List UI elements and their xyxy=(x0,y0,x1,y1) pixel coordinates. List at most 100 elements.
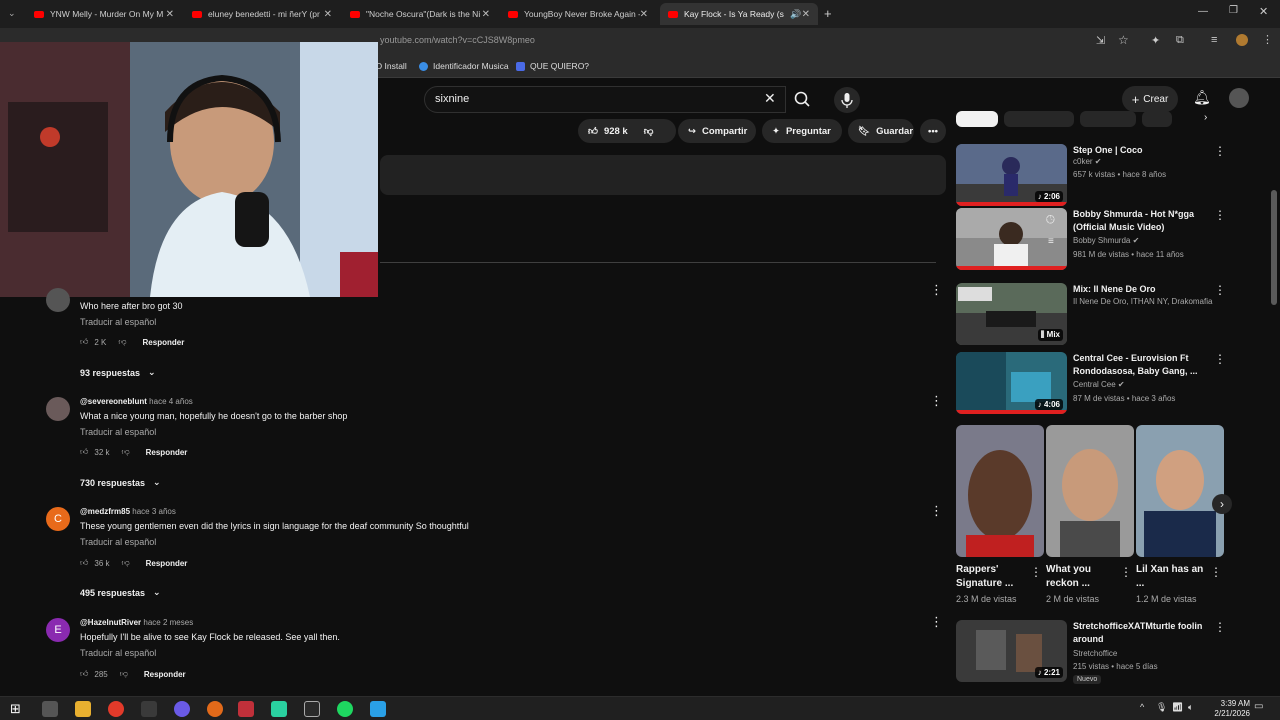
watch-later-icon[interactable]: 🕒︎ xyxy=(1046,214,1055,227)
share-button[interactable]: ↪ Compartir xyxy=(678,119,756,143)
shorts-next-icon[interactable]: › xyxy=(1212,494,1232,514)
commenter-avatar[interactable]: C xyxy=(46,507,70,531)
volume-icon[interactable]: 🔈︎ xyxy=(1188,702,1193,713)
tab-4[interactable]: YoungBoy Never Broke Again - ✕ xyxy=(500,3,656,25)
commenter-avatar[interactable] xyxy=(46,397,70,421)
bookmark-identificador[interactable]: Identificador Musica xyxy=(419,61,509,71)
ask-button[interactable]: ✦ Preguntar xyxy=(762,119,842,143)
page-scrollbar[interactable] xyxy=(1271,190,1277,305)
network-icon[interactable]: 📶︎ xyxy=(1172,702,1183,713)
video-menu-icon[interactable]: ⋮ xyxy=(1214,208,1226,222)
show-replies-button[interactable]: 93 respuestas ⌄ xyxy=(80,367,156,378)
voicemeeter-icon[interactable] xyxy=(238,701,254,717)
tray-chevron-icon[interactable]: ^ xyxy=(1140,702,1144,712)
related-video-2[interactable]: 🕒︎ ≡ Bobby Shmurda - Hot N*gga (Official… xyxy=(956,208,1226,270)
video-menu-icon[interactable]: ⋮ xyxy=(1214,620,1226,634)
profile-avatar[interactable] xyxy=(1236,34,1248,46)
windows-start-icon[interactable]: ⊞ xyxy=(10,701,21,717)
chip-2[interactable] xyxy=(1004,111,1074,127)
puzzle-icon[interactable]: ⧉ xyxy=(1176,34,1184,47)
related-video-4[interactable]: ♪ 4:06 Central Cee - Eurovision Ft Rondo… xyxy=(956,352,1226,414)
video-thumbnail[interactable]: ⫼ Mix xyxy=(956,283,1067,345)
close-icon[interactable]: ✕ xyxy=(482,9,490,20)
chip-all[interactable] xyxy=(956,111,998,127)
video-menu-icon[interactable]: ⋮ xyxy=(1214,144,1226,158)
thumbs-up-icon[interactable]: 👍︎ xyxy=(80,447,88,457)
channel-name[interactable]: Bobby Shmurda xyxy=(1073,236,1130,245)
discord-icon[interactable] xyxy=(174,701,190,717)
comment-time[interactable]: hace 3 años xyxy=(132,507,176,516)
video-title[interactable]: Mix: Il Nene De Oro xyxy=(1073,283,1211,296)
description-box[interactable] xyxy=(380,155,946,195)
chrome-icon[interactable] xyxy=(108,701,124,717)
reply-button[interactable]: Responder xyxy=(146,559,188,568)
speaker-icon[interactable]: 🔊 xyxy=(790,9,801,20)
chip-3[interactable] xyxy=(1080,111,1136,127)
close-icon[interactable]: ✕ xyxy=(166,9,174,20)
save-button[interactable]: 🔖︎ Guardar xyxy=(848,119,914,143)
video-title[interactable]: Central Cee - Eurovision Ft Rondodasosa,… xyxy=(1073,352,1211,378)
close-icon[interactable]: ✕ xyxy=(802,9,810,20)
thumbs-up-icon[interactable]: 👍︎ xyxy=(80,669,88,679)
comment-menu-icon[interactable]: ⋮ xyxy=(930,503,943,519)
video-title[interactable]: Bobby Shmurda - Hot N*gga (Official Musi… xyxy=(1073,208,1211,234)
video-menu-icon[interactable]: ⋮ xyxy=(1214,283,1226,297)
voice-search-button[interactable] xyxy=(834,87,860,113)
thumbs-down-icon[interactable]: 👎︎ xyxy=(644,125,654,137)
task-view-icon[interactable] xyxy=(42,701,58,717)
window-close-icon[interactable]: ✕ xyxy=(1259,5,1268,18)
video-thumbnail[interactable]: ♪ 2:06 xyxy=(956,144,1067,206)
short-title[interactable]: Rappers' Signature ... xyxy=(956,563,1028,591)
menu-dots-icon[interactable]: ⋮ xyxy=(1262,33,1273,46)
translate-link[interactable]: Traducir al español xyxy=(80,537,156,547)
search-input[interactable]: sixnine xyxy=(424,86,786,113)
translate-link[interactable]: Traducir al español xyxy=(80,317,156,327)
comment-menu-icon[interactable]: ⋮ xyxy=(930,393,943,409)
reply-button[interactable]: Responder xyxy=(146,448,188,457)
short-menu-icon[interactable]: ⋮ xyxy=(1210,565,1222,579)
short-menu-icon[interactable]: ⋮ xyxy=(1120,565,1132,579)
comment-menu-icon[interactable]: ⋮ xyxy=(930,282,943,298)
address-bar[interactable]: youtube.com/watch?v=cCJS8W8pmeo xyxy=(380,35,535,45)
comment-author[interactable]: @medzfrm85 xyxy=(80,507,130,516)
tab-search-icon[interactable]: ⌄ xyxy=(8,8,16,19)
capcut-icon[interactable] xyxy=(304,701,320,717)
translate-link[interactable]: Traducir al español xyxy=(80,648,156,658)
thumbs-down-icon[interactable]: 👎︎ xyxy=(120,669,128,679)
tab-5-active[interactable]: Kay Flock - Is Ya Ready (sho 🔊 ✕ xyxy=(660,3,818,25)
short-menu-icon[interactable]: ⋮ xyxy=(1030,565,1042,579)
thumbs-down-icon[interactable]: 👎︎ xyxy=(122,558,130,568)
channel-name[interactable]: Central Cee xyxy=(1073,380,1116,389)
chip-next-icon[interactable]: › xyxy=(1204,112,1207,123)
account-avatar[interactable] xyxy=(1229,88,1249,108)
document-app-icon[interactable] xyxy=(370,701,386,717)
short-thumbnail[interactable] xyxy=(1136,425,1224,557)
video-title[interactable]: Step One | Coco xyxy=(1073,144,1211,157)
clear-search-icon[interactable]: ✕ xyxy=(764,90,776,107)
tab-1[interactable]: YNW Melly - Murder On My M ✕ xyxy=(26,3,182,25)
mic-tray-icon[interactable]: 🎙︎ xyxy=(1156,702,1167,713)
file-explorer-icon[interactable] xyxy=(75,701,91,717)
star-icon[interactable]: ☆ xyxy=(1118,33,1129,47)
close-icon[interactable]: ✕ xyxy=(640,9,648,20)
show-replies-button[interactable]: 495 respuestas ⌄ xyxy=(80,587,161,598)
tab-2[interactable]: eluney benedetti - mi ñerY (pr ✕ xyxy=(184,3,340,25)
like-button[interactable]: 👍︎ 928 k 👎︎ xyxy=(578,119,676,143)
thumbs-up-icon[interactable]: 👍︎ xyxy=(80,337,88,347)
translate-link[interactable]: Traducir al español xyxy=(80,427,156,437)
add-queue-icon[interactable]: ≡ xyxy=(1048,236,1054,247)
video-title[interactable]: StretchofficeXATMturtle foolin around xyxy=(1073,620,1211,646)
bell-icon[interactable]: 🔔︎ xyxy=(1193,89,1211,106)
restore-icon[interactable]: ❐ xyxy=(1229,5,1238,16)
taskbar-clock[interactable]: 3:39 AM 2/21/2026 xyxy=(1214,699,1250,719)
bookmark-que-quiero[interactable]: QUE QUIERO? xyxy=(516,61,589,71)
short-thumbnail[interactable] xyxy=(1046,425,1134,557)
channel-name[interactable]: Stretchoffice xyxy=(1073,649,1213,658)
commenter-avatar[interactable]: E xyxy=(46,618,70,642)
minimize-icon[interactable]: — xyxy=(1198,6,1208,17)
tab-3[interactable]: "Noche Oscura"(Dark is the Ni ✕ xyxy=(342,3,498,25)
extension-icon[interactable]: ✦ xyxy=(1151,34,1160,47)
comment-author[interactable]: @severeoneblunt xyxy=(80,397,147,406)
spotify-icon[interactable] xyxy=(337,701,353,717)
comment-author[interactable]: @HazelnutRiver xyxy=(80,618,141,627)
